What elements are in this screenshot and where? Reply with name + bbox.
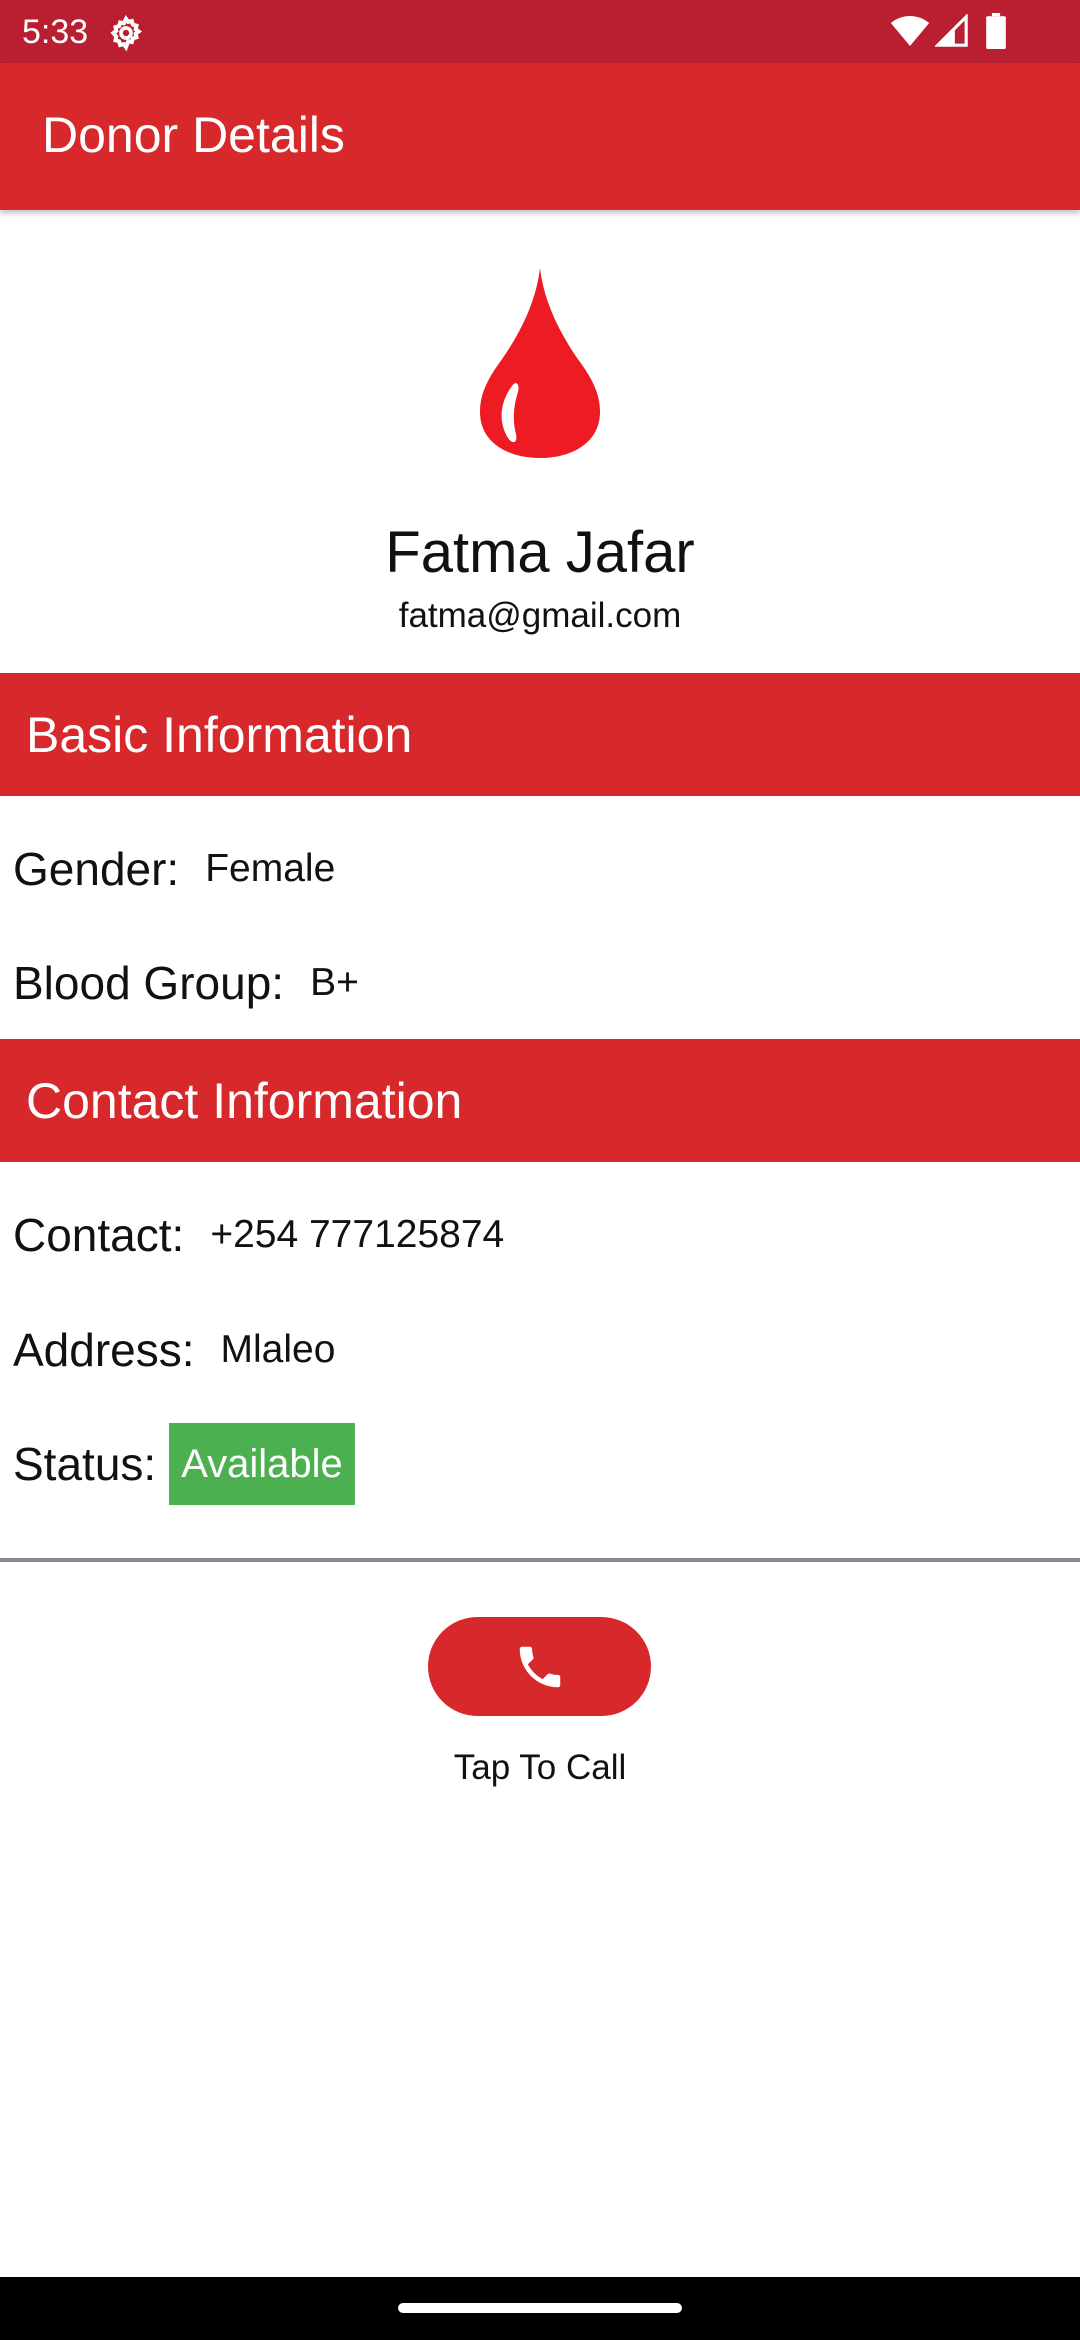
address-row: Address: Mlaleo [13, 1315, 335, 1385]
status-badge: Available [169, 1423, 355, 1505]
blood-group-label: Blood Group: [13, 957, 285, 1009]
home-handle[interactable] [398, 2303, 682, 2313]
blood-group-row: Blood Group: B+ [13, 948, 359, 1018]
basic-information-header: Basic Information [0, 673, 1080, 796]
address-value: Mlaleo [220, 1328, 336, 1371]
donor-details-screen: 5:33 Donor Details Fatma Jafar fatma@gma… [0, 0, 1080, 2340]
gender-value: Female [205, 847, 336, 890]
blood-group-value: B+ [310, 961, 359, 1004]
status-time: 5:33 [22, 13, 89, 51]
contact-value: +254 777125874 [210, 1213, 505, 1256]
signal-icon [935, 14, 968, 47]
call-button[interactable] [428, 1617, 651, 1716]
section-title-basic: Basic Information [26, 707, 413, 763]
blood-drop-icon [480, 268, 600, 458]
donor-name: Fatma Jafar [385, 520, 695, 585]
contact-label: Contact: [13, 1209, 185, 1261]
donor-email: fatma@gmail.com [398, 596, 682, 635]
wifi-icon [890, 16, 930, 46]
status-label: Status: [13, 1438, 157, 1490]
gender-row: Gender: Female [13, 834, 335, 904]
section-title-contact: Contact Information [26, 1073, 463, 1129]
call-caption: Tap To Call [453, 1748, 627, 1787]
phone-icon [519, 1646, 560, 1687]
divider [0, 1558, 1080, 1562]
app-bar: Donor Details [0, 63, 1080, 210]
gear-icon [110, 14, 143, 52]
contact-row: Contact: +254 777125874 [13, 1200, 504, 1270]
address-label: Address: [13, 1324, 195, 1376]
status-bar: 5:33 [0, 0, 1080, 63]
battery-icon [986, 13, 1006, 49]
contact-information-header: Contact Information [0, 1039, 1080, 1162]
page-title: Donor Details [42, 107, 345, 163]
gender-label: Gender: [13, 843, 180, 895]
status-row: Status: Available [13, 1423, 355, 1505]
